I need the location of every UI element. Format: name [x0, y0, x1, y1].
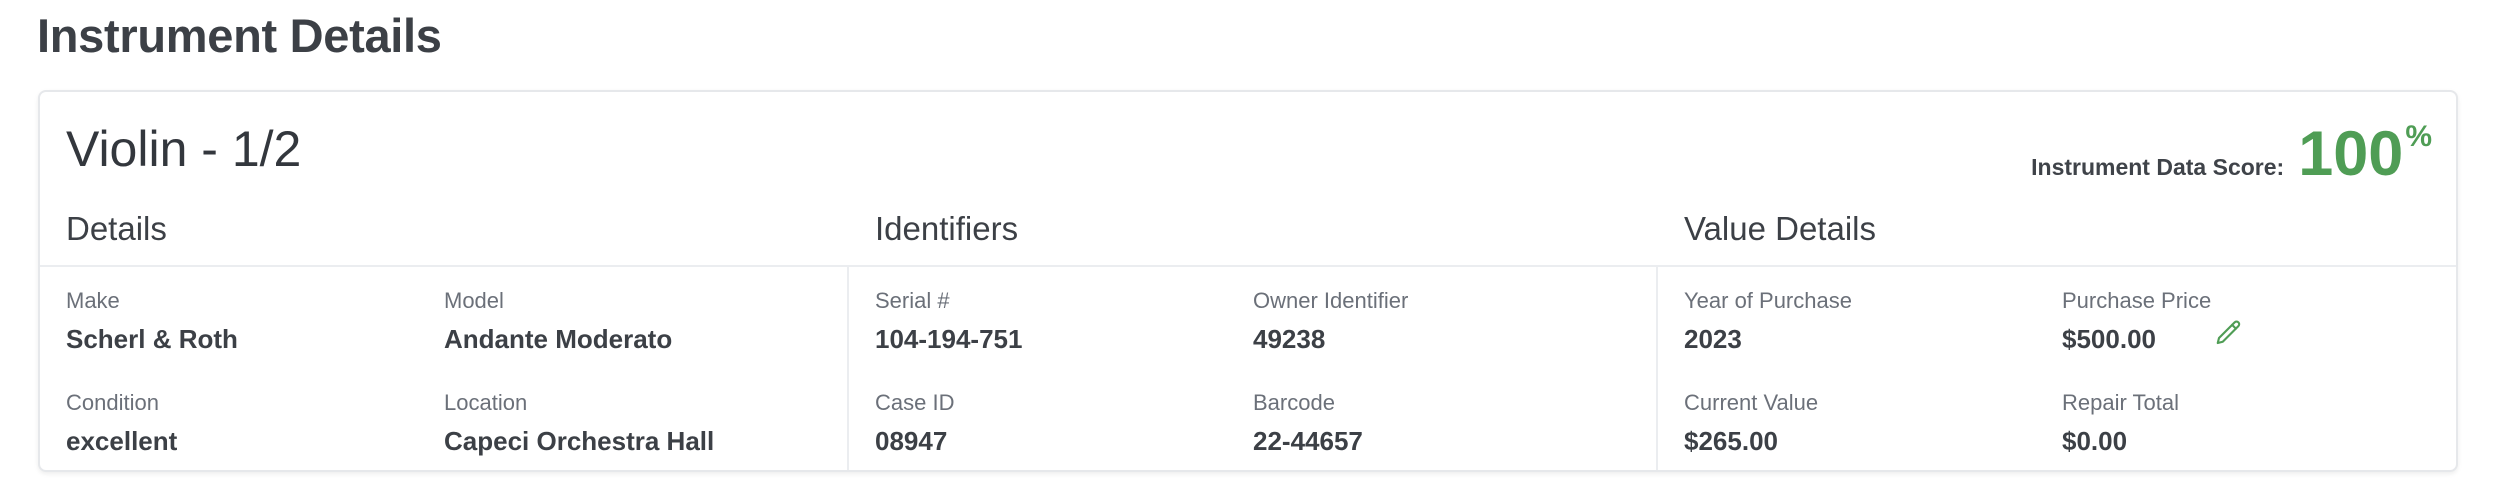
column-divider — [1656, 267, 1658, 470]
section-divider — [40, 265, 2456, 267]
field-purchase-price: Purchase Price $500.00 — [2062, 288, 2211, 355]
data-score-unit: % — [2405, 120, 2432, 153]
column-divider — [847, 267, 849, 470]
field-repair-total: Repair Total $0.00 — [2062, 390, 2179, 457]
field-value: $265.00 — [1684, 426, 1778, 456]
field-value: 2023 — [1684, 324, 1742, 354]
field-label: Current Value — [1684, 390, 1819, 415]
field-label: Barcode — [1253, 390, 1335, 415]
field-value: Scherl & Roth — [66, 324, 238, 354]
field-owner-identifier: Owner Identifier 49238 — [1253, 288, 1408, 355]
section-title-identifiers: Identifiers — [875, 210, 1019, 247]
field-value: 22-44657 — [1253, 426, 1363, 456]
field-current-value: Current Value $265.00 — [1684, 390, 1818, 457]
field-label: Condition — [66, 390, 159, 415]
field-label: Make — [66, 288, 120, 313]
field-barcode: Barcode 22-44657 — [1253, 390, 1363, 457]
instrument-name: Violin - 1/2 — [66, 121, 302, 177]
field-value: 49238 — [1253, 324, 1326, 354]
instrument-card: Violin - 1/2 Instrument Data Score: 100 … — [38, 90, 2458, 472]
field-label: Case ID — [875, 390, 955, 415]
field-label: Model — [444, 288, 504, 313]
field-make: Make Scherl & Roth — [66, 288, 238, 355]
field-label: Location — [444, 390, 528, 415]
field-label: Purchase Price — [2062, 288, 2212, 313]
field-label: Repair Total — [2062, 390, 2179, 415]
pencil-icon — [2216, 320, 2241, 345]
field-label: Year of Purchase — [1684, 288, 1852, 313]
data-score: Instrument Data Score: 100 % — [2031, 116, 2432, 192]
field-condition: Condition excellent — [66, 390, 177, 457]
field-location: Location Capeci Orchestra Hall — [444, 390, 714, 457]
section-title-details: Details — [66, 210, 167, 247]
page-title: Instrument Details — [37, 9, 442, 62]
field-value: 104-194-751 — [875, 324, 1023, 354]
field-value: Andante Moderato — [444, 324, 673, 354]
field-value: $0.00 — [2062, 426, 2128, 456]
edit-purchase-price-button[interactable] — [2214, 318, 2244, 348]
field-value: $500.00 — [2062, 324, 2156, 354]
section-title-value-details: Value Details — [1684, 210, 1876, 247]
field-value: Capeci Orchestra Hall — [444, 426, 715, 456]
field-year-of-purchase: Year of Purchase 2023 — [1684, 288, 1852, 355]
data-score-label: Instrument Data Score: — [2031, 154, 2285, 180]
field-serial: Serial # 104-194-751 — [875, 288, 1022, 355]
field-model: Model Andante Moderato — [444, 288, 672, 355]
field-case-id: Case ID 08947 — [875, 390, 954, 457]
field-value: excellent — [66, 426, 178, 456]
data-score-value: 100 — [2298, 119, 2404, 189]
field-label: Serial # — [875, 288, 950, 313]
field-label: Owner Identifier — [1253, 288, 1409, 313]
field-value: 08947 — [875, 426, 948, 456]
